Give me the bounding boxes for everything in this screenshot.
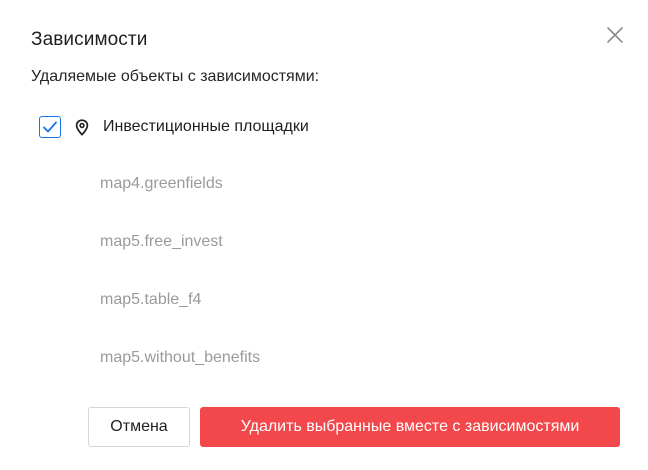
dependency-item: map5.free_invest [100, 233, 223, 250]
close-button[interactable] [603, 23, 627, 47]
group-checkbox[interactable] [39, 116, 61, 138]
delete-with-dependencies-button[interactable]: Удалить выбранные вместе с зависимостями [200, 407, 620, 447]
close-icon [607, 27, 623, 43]
dependency-item: map4.greenfields [100, 175, 223, 192]
checkmark-icon [43, 121, 57, 133]
dependency-item: map5.without_benefits [100, 349, 261, 366]
dependency-item: map5.table_f4 [100, 291, 202, 308]
map-pin-icon [74, 118, 90, 136]
dependencies-dialog: Зависимости Удаляемые объекты с зависимо… [0, 0, 648, 470]
dialog-title: Зависимости [31, 29, 148, 50]
dependency-list: map4.greenfields map5.free_invest map5.t… [100, 174, 260, 406]
dialog-subtitle: Удаляемые объекты с зависимостями: [31, 68, 320, 85]
group-row: Инвестиционные площадки [39, 116, 309, 138]
group-label: Инвестиционные площадки [103, 118, 309, 135]
cancel-button[interactable]: Отмена [88, 407, 190, 447]
